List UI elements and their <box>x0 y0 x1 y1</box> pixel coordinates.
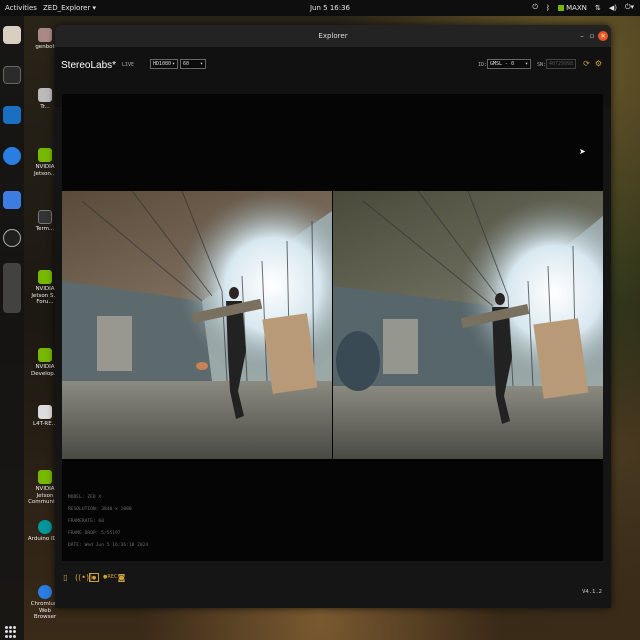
resolution-select-value: HD1080 <box>153 61 172 67</box>
chromium-icon <box>38 585 52 599</box>
refresh-icon[interactable]: ⟳ <box>582 59 591 68</box>
live-label: LIVE <box>122 62 135 68</box>
app-menu-label: ZED_Explorer <box>43 4 91 12</box>
mouse-cursor-icon: ➤ <box>579 147 586 156</box>
power-icon[interactable]: ⏻ <box>532 3 538 12</box>
left-camera-image <box>62 191 332 459</box>
terminal-icon <box>38 210 52 224</box>
app-menu[interactable]: ZED_Explorer ▾ <box>43 4 96 12</box>
nvidia-icon <box>38 270 52 284</box>
fps-select-value: 60 <box>183 61 190 67</box>
top-bar: Activities ZED_Explorer ▾ Jun 5 16:36 ⏻ … <box>0 0 640 16</box>
clock[interactable]: Jun 5 16:36 <box>300 4 360 12</box>
record-icon[interactable]: ● <box>89 573 99 582</box>
close-icon[interactable]: × <box>598 31 608 41</box>
settings-gear-icon[interactable]: ⚙ <box>594 59 603 68</box>
info-framerate: FRAMERATE: 60 <box>68 519 104 524</box>
minimize-icon[interactable]: – <box>577 31 587 41</box>
maximize-icon[interactable]: ▫ <box>587 31 597 41</box>
desktop-icon-label: Tr... <box>40 104 50 110</box>
chevron-down-icon: ▾ <box>199 61 203 67</box>
document-icon <box>38 405 52 419</box>
volume-icon: ◀) <box>608 3 617 12</box>
nvidia-icon <box>558 4 565 11</box>
chevron-down-icon: ▾ <box>171 61 175 67</box>
power-mode-label: MAXN <box>566 3 587 12</box>
bottom-toolbar: ▯ ((•)) ● ●REC ◙ V4.1.2 <box>55 565 611 608</box>
bluetooth-icon: ᛒ <box>545 3 551 12</box>
trash-icon <box>38 88 52 102</box>
title-bar[interactable]: Explorer – ▫ × <box>55 25 611 47</box>
camera-id-select-value: GMSL - 0 <box>490 61 515 67</box>
fps-select[interactable]: 60 ▾ <box>180 59 206 69</box>
file-icon[interactable]: ▯ <box>61 573 70 582</box>
desktop-icon-label: L4T-RE... <box>33 421 57 427</box>
id-label: ID: <box>478 62 488 68</box>
resolution-select[interactable]: HD1080 ▾ <box>150 59 178 69</box>
chevron-down-icon: ▾ <box>524 61 528 67</box>
camera-info-panel: MODEL: ZED X RESOLUTION: 3840 x 1080 FRA… <box>68 492 148 552</box>
system-tray[interactable]: ⏻ ᛒ MAXN ⇅ ◀) ⏻▾ <box>532 3 634 12</box>
network-icon: ⇅ <box>594 3 601 12</box>
zed-explorer-icon[interactable] <box>3 263 21 313</box>
chromium-icon[interactable] <box>3 147 21 165</box>
nvidia-power-mode[interactable]: MAXN <box>558 4 587 12</box>
arduino-icon <box>38 520 52 534</box>
nvidia-icon <box>38 470 52 484</box>
home-folder-icon <box>38 28 52 42</box>
desktop-icon-label: NVIDIA Jetson... <box>33 164 57 177</box>
files-icon[interactable] <box>3 26 21 44</box>
obs-icon[interactable] <box>3 229 21 247</box>
system-menu-icon[interactable]: ⏻▾ <box>625 3 634 12</box>
explorer-window: Explorer – ▫ × StereoLabs* LIVE HD1080 ▾… <box>55 25 611 608</box>
version-label: V4.1.2 <box>582 589 602 595</box>
terminal-icon[interactable] <box>3 66 21 84</box>
window-title: Explorer <box>318 32 348 40</box>
info-resolution: RESOLUTION: 3840 x 1080 <box>68 507 132 512</box>
dock <box>0 16 24 640</box>
vscode-icon[interactable] <box>3 106 21 124</box>
serial-number-value: 40729998 <box>546 59 576 69</box>
info-frame-drop: FRAME DROP: 5/55197 <box>68 531 121 536</box>
info-date: DATE: Wed Jun 5 16:36:10 2024 <box>68 543 149 548</box>
desktop-icon-label: genbot <box>35 44 55 50</box>
left-camera-frame <box>62 191 332 459</box>
nvidia-icon <box>38 348 52 362</box>
camera-snapshot-icon[interactable]: ◙ <box>117 573 126 582</box>
activities-button[interactable]: Activities <box>5 4 37 12</box>
video-viewer[interactable]: ➤ MODEL: ZED X RESOLUTION: 3840 x 1080 F… <box>62 94 603 561</box>
desktop-icon-label: Term... <box>35 226 55 232</box>
nvidia-icon <box>38 148 52 162</box>
right-camera-image <box>333 191 603 459</box>
info-model: MODEL: ZED X <box>68 495 102 500</box>
sn-label: SN: <box>537 62 547 68</box>
camera-id-select[interactable]: GMSL - 0 ▾ <box>487 59 531 69</box>
brand-logo: StereoLabs* <box>61 60 117 71</box>
stream-icon[interactable]: ((•)) <box>75 573 92 582</box>
show-apps-icon[interactable] <box>5 626 17 638</box>
right-camera-frame <box>333 191 603 459</box>
screenshot-icon[interactable] <box>3 191 21 209</box>
rec-mode-icon[interactable]: ●REC <box>103 573 118 582</box>
